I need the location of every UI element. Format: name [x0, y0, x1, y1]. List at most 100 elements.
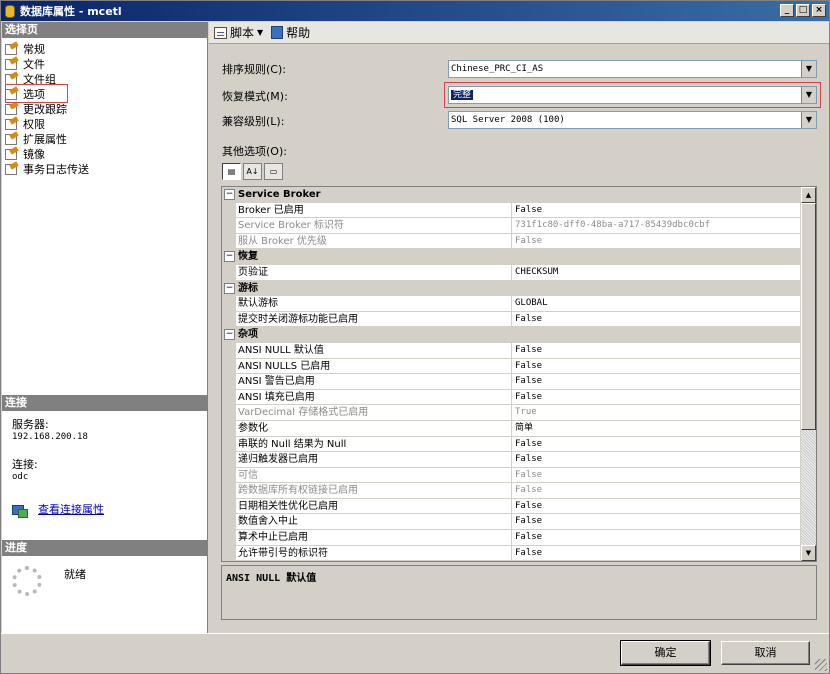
property-value[interactable]: False	[512, 203, 801, 219]
chevron-down-icon[interactable]: ▼	[801, 112, 816, 128]
property-value[interactable]: False	[512, 530, 801, 546]
property-value[interactable]: CHECKSUM	[512, 265, 801, 281]
grid-category-row[interactable]: Service Broker	[222, 187, 801, 203]
nav-item-files[interactable]: 文件	[5, 56, 207, 71]
grid-property-row[interactable]: ANSI 填充已启用 False	[222, 389, 801, 406]
property-value[interactable]: False	[512, 234, 801, 250]
grid-scrollbar[interactable]: ▲ ▼	[800, 187, 816, 561]
scroll-track[interactable]	[801, 430, 816, 545]
scroll-thumb[interactable]	[801, 203, 816, 430]
categorized-icon[interactable]: ▤	[222, 163, 241, 180]
property-name: Service Broker 标识符	[236, 218, 512, 234]
sort-alphabetical-icon[interactable]: A↓	[243, 163, 262, 180]
property-value[interactable]: False	[512, 514, 801, 531]
property-value[interactable]: True	[512, 405, 801, 421]
grid-property-row[interactable]: Service Broker 标识符 731f1c80-dff0-48ba-a71…	[222, 218, 801, 234]
property-value[interactable]: False	[512, 312, 801, 328]
collapse-icon[interactable]	[222, 327, 236, 343]
page-icon	[5, 163, 19, 175]
grid-property-row[interactable]: ANSI 警告已启用 False	[222, 374, 801, 390]
collapse-icon[interactable]	[222, 187, 236, 203]
grid-property-row[interactable]: 提交时关闭游标功能已启用 False	[222, 311, 801, 328]
chevron-down-icon[interactable]: ▼	[801, 87, 816, 103]
property-value[interactable]: GLOBAL	[512, 296, 801, 312]
grid-property-row[interactable]: 数值舍入中止 False	[222, 514, 801, 531]
chevron-down-icon[interactable]: ▼	[801, 61, 816, 77]
grid-property-row[interactable]: 允许带引号的标识符 False	[222, 545, 801, 561]
connection-value: odc	[12, 472, 29, 482]
property-value[interactable]: False	[512, 437, 801, 453]
grid-category-row[interactable]: 杂项	[222, 327, 801, 343]
grid-property-row[interactable]: 默认游标 GLOBAL	[222, 296, 801, 312]
help-button[interactable]: 帮助	[271, 24, 310, 41]
nav-item-general[interactable]: 常规	[5, 41, 207, 56]
page-icon	[5, 118, 19, 130]
ok-button[interactable]: 确定	[620, 640, 711, 666]
collation-label: 排序规则(C):	[222, 63, 286, 76]
grid-property-row[interactable]: 参数化 简单	[222, 420, 801, 437]
recovery-model-select[interactable]: 完整 ▼	[448, 86, 817, 104]
compat-level-select[interactable]: SQL Server 2008 (100) ▼	[448, 111, 817, 129]
collapse-icon[interactable]	[222, 249, 236, 265]
grid-property-row[interactable]: ANSI NULLS 已启用 False	[222, 358, 801, 375]
property-value[interactable]: False	[512, 343, 801, 359]
nav-item-label: 常规	[23, 42, 45, 56]
page-icon	[5, 148, 19, 160]
grid-property-row[interactable]: 页验证 CHECKSUM	[222, 264, 801, 281]
property-pages-icon[interactable]: ▭	[264, 163, 283, 180]
property-value[interactable]: False	[512, 468, 801, 484]
nav-item-permissions[interactable]: 权限	[5, 116, 207, 131]
grid-property-row[interactable]: VarDecimal 存储格式已启用 True	[222, 405, 801, 421]
view-connection-properties-link[interactable]: 查看连接属性	[38, 504, 104, 516]
minimize-button[interactable]: _	[780, 4, 794, 17]
grid-gutter	[222, 264, 236, 281]
grid-gutter	[222, 498, 236, 515]
property-value[interactable]: False	[512, 483, 801, 499]
grid-gutter	[222, 483, 236, 499]
grid-property-row[interactable]: 算术中止已启用 False	[222, 530, 801, 546]
grid-property-row[interactable]: ANSI NULL 默认值 False	[222, 342, 801, 359]
property-value[interactable]: 731f1c80-dff0-48ba-a717-85439dbc0cbf	[512, 218, 801, 234]
grid-gutter	[222, 530, 236, 546]
property-name: ANSI 填充已启用	[236, 389, 512, 406]
property-value[interactable]: False	[512, 390, 801, 406]
grid-property-row[interactable]: 跨数据库所有权链接已启用 False	[222, 483, 801, 499]
grid-property-row[interactable]: 日期相关性优化已启用 False	[222, 498, 801, 515]
collation-select[interactable]: Chinese_PRC_CI_AS ▼	[448, 60, 817, 78]
selected-page-highlight	[5, 84, 68, 103]
cancel-button[interactable]: 取消	[721, 641, 810, 665]
compat-level-value: SQL Server 2008 (100)	[451, 115, 565, 125]
scroll-up-icon[interactable]: ▲	[801, 187, 816, 203]
grid-category-row[interactable]: 游标	[222, 280, 801, 297]
property-name: 串联的 Null 结果为 Null	[236, 436, 512, 453]
grid-property-row[interactable]: 递归触发器已启用 False	[222, 452, 801, 468]
nav-item-mirroring[interactable]: 镜像	[5, 146, 207, 161]
property-name: ANSI NULLS 已启用	[236, 358, 512, 375]
close-button[interactable]: ×	[812, 4, 826, 17]
resize-grip-icon[interactable]	[815, 659, 827, 671]
property-name: 允许带引号的标识符	[236, 545, 512, 561]
property-value[interactable]: False	[512, 374, 801, 390]
maximize-button[interactable]: □	[796, 4, 810, 17]
collapse-icon[interactable]	[222, 280, 236, 297]
property-value[interactable]: False	[512, 359, 801, 375]
grid-property-row[interactable]: 可信 False	[222, 467, 801, 484]
select-page-header: 选择页	[2, 22, 207, 38]
grid-property-row[interactable]: 串联的 Null 结果为 Null False	[222, 436, 801, 453]
nav-item-extended-properties[interactable]: 扩展属性	[5, 131, 207, 146]
property-value[interactable]: False	[512, 499, 801, 515]
grid-property-row[interactable]: Broker 已启用 False	[222, 202, 801, 219]
grid-gutter	[222, 233, 236, 250]
property-value[interactable]: 简单	[512, 421, 801, 437]
property-value[interactable]: False	[512, 546, 801, 561]
scroll-down-icon[interactable]: ▼	[801, 545, 816, 561]
script-button[interactable]: 脚本 ▼	[214, 24, 263, 41]
view-connection-properties[interactable]: 查看连接属性	[12, 503, 208, 518]
grid-property-row[interactable]: 服从 Broker 优先级 False	[222, 233, 801, 250]
property-value[interactable]: False	[512, 452, 801, 468]
nav-item-log-shipping[interactable]: 事务日志传送	[5, 161, 207, 176]
chevron-down-icon[interactable]: ▼	[257, 28, 263, 37]
grid-category-row[interactable]: 恢复	[222, 249, 801, 265]
nav-item-change-tracking[interactable]: 更改跟踪	[5, 101, 207, 116]
help-label: 帮助	[286, 26, 311, 40]
